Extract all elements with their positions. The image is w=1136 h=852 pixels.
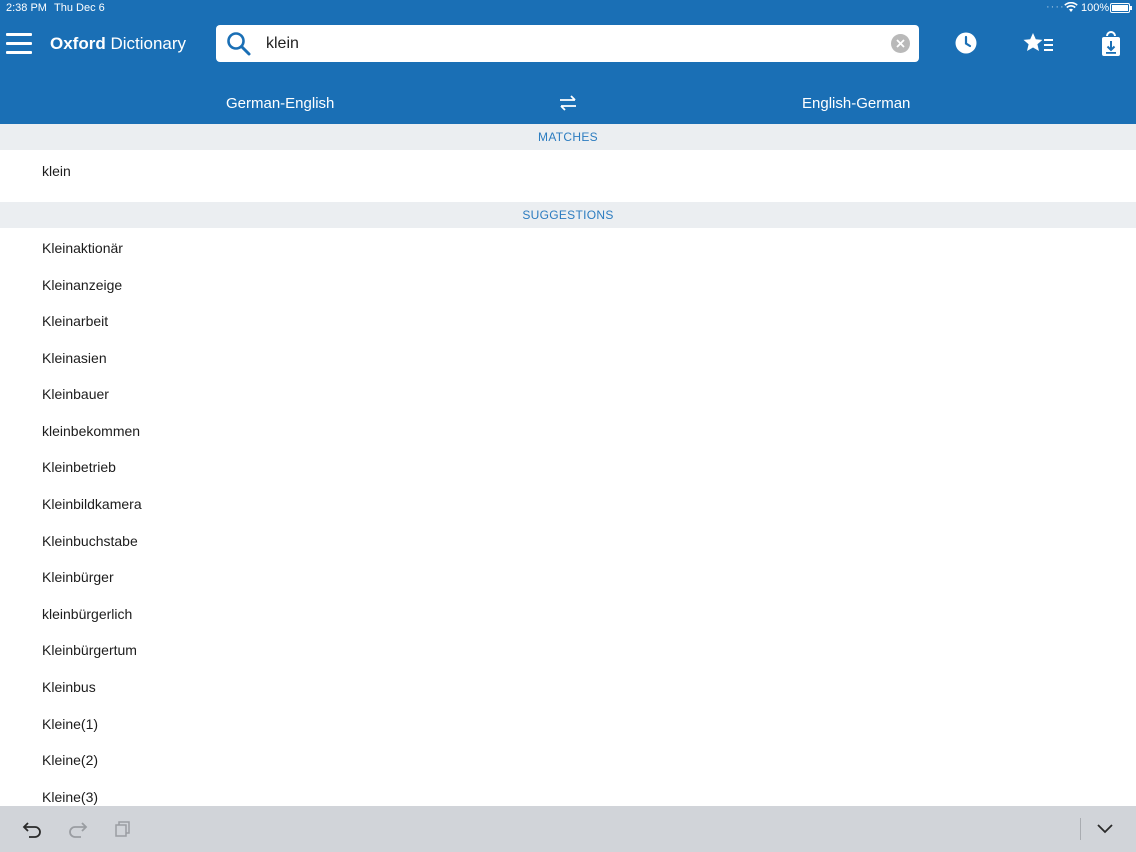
suggestion-item[interactable]: Kleine(2) bbox=[0, 742, 1136, 778]
suggestion-label: Kleinbauer bbox=[42, 386, 109, 402]
dismiss-keyboard-icon bbox=[1097, 824, 1113, 834]
suggestion-label: Kleinarbeit bbox=[42, 313, 109, 329]
suggestion-item[interactable]: Kleinbürgertum bbox=[0, 632, 1136, 668]
download-icon bbox=[1102, 31, 1120, 56]
wifi-icon bbox=[1064, 1, 1078, 16]
redo-button[interactable] bbox=[66, 820, 88, 843]
search-icon bbox=[226, 31, 252, 62]
matches-heading: MATCHES bbox=[0, 124, 1136, 150]
battery-icon bbox=[1110, 3, 1132, 13]
suggestion-label: Kleinbürger bbox=[42, 569, 114, 585]
undo-icon bbox=[22, 822, 41, 838]
divider bbox=[1080, 818, 1081, 840]
history-icon bbox=[955, 32, 977, 54]
brand-rest: Dictionary bbox=[105, 34, 187, 53]
header: 2:38 PM Thu Dec 6 ···· 100% Oxford Dicti… bbox=[0, 0, 1136, 124]
suggestion-label: Kleinaktionär bbox=[42, 240, 123, 256]
suggestion-item[interactable]: Kleinbetrieb bbox=[0, 449, 1136, 485]
suggestion-item[interactable]: Kleinbauer bbox=[0, 376, 1136, 412]
menu-icon bbox=[6, 33, 32, 36]
favorites-icon bbox=[1023, 33, 1053, 51]
paste-icon bbox=[115, 821, 130, 837]
paste-button[interactable] bbox=[114, 820, 132, 843]
search-bar[interactable] bbox=[216, 25, 919, 62]
suggestion-item[interactable]: Kleinaktionär bbox=[0, 230, 1136, 266]
brand-bold: Oxford bbox=[50, 34, 106, 53]
suggestion-item[interactable]: Kleine(1) bbox=[0, 706, 1136, 742]
keyboard-shortcut-bar bbox=[0, 806, 1136, 852]
suggestion-label: Kleinbetrieb bbox=[42, 459, 116, 475]
clear-search-button[interactable] bbox=[891, 34, 910, 53]
suggestion-label: Kleinbuchstabe bbox=[42, 533, 138, 549]
suggestion-label: Kleinanzeige bbox=[42, 277, 123, 293]
signal-dots-icon: ···· bbox=[1046, 1, 1065, 13]
match-item[interactable]: klein bbox=[0, 153, 1136, 189]
suggestion-label: Kleinasien bbox=[42, 350, 107, 366]
status-bar: 2:38 PM Thu Dec 6 ···· 100% bbox=[0, 0, 1136, 16]
swap-arrows-icon bbox=[560, 95, 576, 111]
suggestion-label: Kleine(1) bbox=[42, 716, 99, 732]
suggestion-item[interactable]: Kleine(3) bbox=[0, 779, 1136, 806]
suggestion-item[interactable]: Kleinbus bbox=[0, 669, 1136, 705]
language-german-english[interactable]: German-English bbox=[226, 95, 334, 112]
search-input[interactable] bbox=[266, 33, 866, 55]
dismiss-keyboard-button[interactable] bbox=[1096, 822, 1114, 840]
suggestion-label: Kleine(2) bbox=[42, 752, 99, 768]
language-english-german[interactable]: English-German bbox=[802, 95, 910, 112]
undo-button[interactable] bbox=[22, 820, 44, 843]
suggestion-item[interactable]: kleinbürgerlich bbox=[0, 596, 1136, 632]
battery-percent: 100% bbox=[1081, 2, 1110, 14]
suggestion-item[interactable]: Kleinbildkamera bbox=[0, 486, 1136, 522]
clear-icon bbox=[896, 39, 905, 48]
suggestion-item[interactable]: kleinbekommen bbox=[0, 413, 1136, 449]
suggestion-label: Kleine(3) bbox=[42, 789, 99, 805]
suggestion-item[interactable]: Kleinbuchstabe bbox=[0, 523, 1136, 559]
menu-button[interactable] bbox=[6, 33, 32, 55]
suggestion-label: kleinbekommen bbox=[42, 423, 141, 439]
suggestion-item[interactable]: Kleinasien bbox=[0, 340, 1136, 376]
suggestion-label: Kleinbürgertum bbox=[42, 642, 137, 658]
suggestion-label: Kleinbus bbox=[42, 679, 96, 695]
status-date: Thu Dec 6 bbox=[54, 2, 105, 14]
download-button[interactable] bbox=[1100, 30, 1122, 63]
app: 2:38 PM Thu Dec 6 ···· 100% Oxford Dicti… bbox=[0, 0, 1136, 852]
app-title: Oxford Dictionary bbox=[50, 34, 186, 54]
suggestion-item[interactable]: Kleinbürger bbox=[0, 559, 1136, 595]
redo-icon bbox=[69, 822, 88, 838]
status-time: 2:38 PM bbox=[6, 2, 47, 14]
suggestion-label: Kleinbildkamera bbox=[42, 496, 142, 512]
favorites-button[interactable] bbox=[1022, 30, 1056, 61]
match-item-label: klein bbox=[42, 163, 71, 179]
suggestion-item[interactable]: Kleinanzeige bbox=[0, 267, 1136, 303]
language-selector: German-English English-German bbox=[0, 84, 1136, 124]
suggestion-label: kleinbürgerlich bbox=[42, 606, 133, 622]
swap-languages-button[interactable] bbox=[558, 94, 578, 116]
suggestions-heading: SUGGESTIONS bbox=[0, 202, 1136, 228]
suggestion-item[interactable]: Kleinarbeit bbox=[0, 303, 1136, 339]
history-button[interactable] bbox=[954, 30, 978, 61]
